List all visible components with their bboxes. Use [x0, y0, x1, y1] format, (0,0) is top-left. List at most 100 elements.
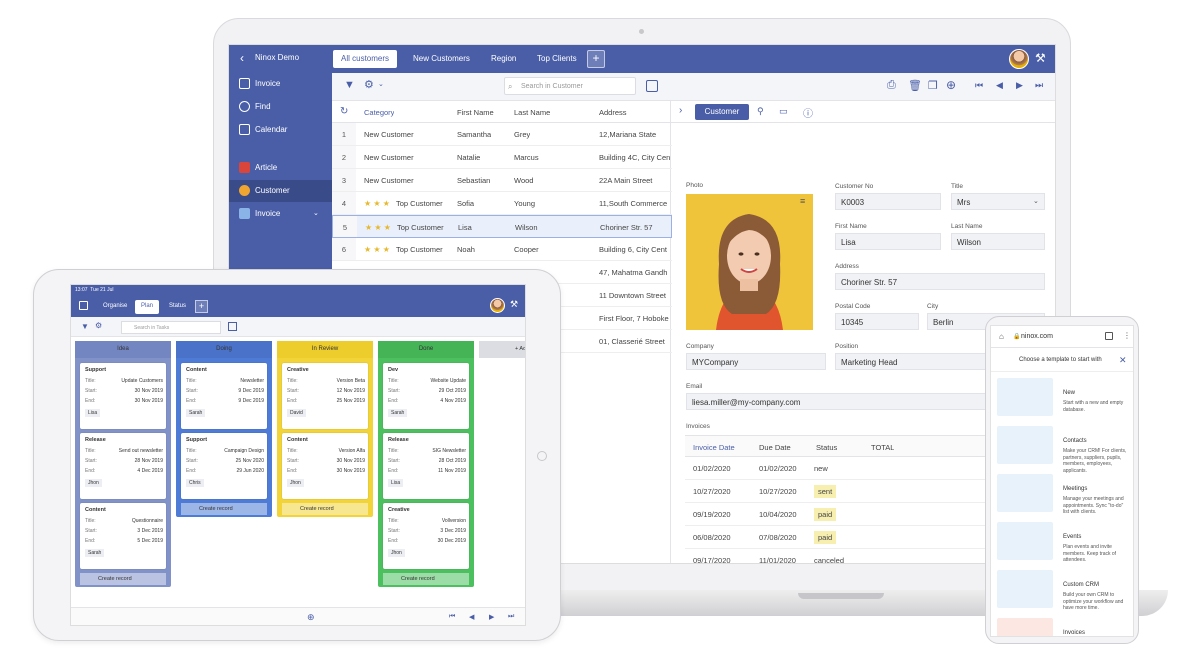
- print-icon[interactable]: ⎙: [887, 79, 896, 92]
- prev-record-icon[interactable]: ◀: [996, 80, 1003, 91]
- home-icon[interactable]: ⌂: [999, 332, 1004, 341]
- add-tab-button[interactable]: +: [195, 300, 208, 313]
- detail-tab-customer[interactable]: Customer: [695, 104, 749, 120]
- sidebar-toggle-icon[interactable]: [79, 301, 88, 310]
- template-title[interactable]: Meetings: [1063, 486, 1087, 492]
- template-title[interactable]: Events: [1063, 534, 1081, 540]
- sidebar-item-calendar[interactable]: Calendar: [229, 119, 332, 141]
- column-header[interactable]: In Review: [277, 341, 373, 358]
- first-record-icon[interactable]: ⏮: [449, 613, 455, 621]
- comment-icon[interactable]: ▭: [779, 106, 788, 117]
- column-status[interactable]: Status: [816, 443, 837, 452]
- add-record-icon[interactable]: ⊕: [946, 78, 956, 92]
- prev-record-icon[interactable]: ◀: [469, 613, 474, 621]
- gear-icon[interactable]: ⚙: [95, 321, 102, 330]
- column-last-name[interactable]: Last Name: [514, 108, 550, 117]
- search-input[interactable]: Search in Tasks: [121, 321, 221, 334]
- task-card[interactable]: Content Questionnaire Title: 3 Dec 2019 St…: [80, 503, 166, 569]
- task-card[interactable]: Content Version Alfa Title: 30 Nov 2019 St…: [282, 433, 368, 499]
- chevron-down-icon[interactable]: ⌄: [1033, 197, 1039, 205]
- last-record-icon[interactable]: ⏭: [1035, 80, 1043, 91]
- template-thumbnail[interactable]: [997, 618, 1053, 636]
- tab-status[interactable]: Status: [163, 300, 192, 314]
- chevron-right-icon[interactable]: ›: [679, 105, 682, 116]
- copy-icon[interactable]: ❐: [928, 79, 938, 92]
- url-bar[interactable]: ⌂ 🔒 ninox.com ⋮: [991, 326, 1133, 348]
- create-record-button[interactable]: Create record: [282, 503, 368, 515]
- column-invoice-date[interactable]: Invoice Date: [693, 443, 735, 452]
- title-select[interactable]: Mrs: [951, 193, 1045, 210]
- tab-top-clients[interactable]: Top Clients: [529, 50, 585, 68]
- wrench-icon[interactable]: ⚒: [510, 299, 518, 310]
- address-field[interactable]: Choriner Str. 57: [835, 273, 1045, 290]
- task-card[interactable]: Creative Version Beta Title: 12 Nov 2019 S…: [282, 363, 368, 429]
- menu-icon[interactable]: ≡: [800, 196, 805, 206]
- more-icon[interactable]: ⋮: [1123, 331, 1131, 340]
- first-name-field[interactable]: Lisa: [835, 233, 941, 250]
- table-row[interactable]: 5 ★ ★ ★ Top Customer Lisa Wilson Chorine…: [332, 215, 672, 238]
- template-title[interactable]: Contacts: [1063, 438, 1087, 444]
- template-thumbnail[interactable]: [997, 426, 1053, 464]
- create-record-button[interactable]: Create record: [383, 573, 469, 585]
- sidebar-item-invoice[interactable]: Invoice: [229, 73, 332, 95]
- sidebar-item-invoice-2[interactable]: Invoice ⌄: [229, 203, 332, 225]
- column-due-date[interactable]: Due Date: [759, 443, 791, 452]
- table-row[interactable]: 4 ★ ★ ★ Top Customer Sofia Young 11,Sout…: [332, 192, 672, 215]
- sidebar-item-customer[interactable]: Customer: [229, 180, 332, 202]
- last-record-icon[interactable]: ⏭: [508, 613, 514, 621]
- sidebar-item-find[interactable]: Find: [229, 96, 332, 118]
- search-input[interactable]: Search in Customer: [504, 77, 636, 95]
- info-icon[interactable]: ⓘ: [803, 105, 813, 120]
- task-card[interactable]: Release SIG Newsletter Title: 28 Oct 2019…: [383, 433, 469, 499]
- column-total[interactable]: TOTAL: [871, 443, 894, 452]
- next-record-icon[interactable]: ▶: [489, 613, 494, 621]
- company-field[interactable]: MYCompany: [686, 353, 826, 370]
- next-record-icon[interactable]: ▶: [1016, 80, 1023, 91]
- user-avatar[interactable]: [1009, 49, 1029, 69]
- tab-region[interactable]: Region: [483, 50, 524, 68]
- add-tab-button[interactable]: +: [587, 50, 605, 68]
- template-title[interactable]: Invoices: [1063, 630, 1085, 636]
- tab-all-customers[interactable]: All customers: [333, 50, 398, 68]
- template-thumbnail[interactable]: [997, 570, 1053, 608]
- trash-icon[interactable]: 🗑: [908, 79, 922, 92]
- column-address[interactable]: Address: [599, 108, 627, 117]
- table-view-icon[interactable]: [228, 322, 237, 331]
- postal-code-field[interactable]: 10345: [835, 313, 919, 330]
- tab-plan[interactable]: Plan: [135, 300, 160, 314]
- close-icon[interactable]: ✕: [1119, 355, 1127, 366]
- column-header[interactable]: Doing: [176, 341, 272, 358]
- column-category[interactable]: Category: [364, 108, 394, 117]
- wrench-icon[interactable]: ⚒: [1035, 51, 1046, 65]
- column-header[interactable]: Done: [378, 341, 474, 358]
- last-name-field[interactable]: Wilson: [951, 233, 1045, 250]
- customer-photo[interactable]: ≡: [686, 194, 813, 330]
- task-card[interactable]: Release Send out newsletter Title: 28 Nov…: [80, 433, 166, 499]
- template-title[interactable]: New: [1063, 390, 1075, 396]
- back-arrow-icon[interactable]: ‹: [240, 51, 244, 65]
- filter-icon[interactable]: ▼: [344, 79, 355, 91]
- create-record-button[interactable]: Create record: [80, 573, 166, 585]
- column-header[interactable]: Idea: [75, 341, 171, 358]
- add-column-button[interactable]: + Ad: [479, 341, 525, 358]
- template-title[interactable]: Custom CRM: [1063, 582, 1099, 588]
- table-row[interactable]: 1 New Customer Samantha Grey 12,Mariana …: [332, 123, 672, 146]
- tabs-icon[interactable]: [1105, 332, 1113, 340]
- task-card[interactable]: Support Update Customers Title: 30 Nov 20…: [80, 363, 166, 429]
- table-view-icon[interactable]: [646, 80, 658, 92]
- customer-no-field[interactable]: K0003: [835, 193, 941, 210]
- task-card[interactable]: Support Campaign Design Title: 25 Nov 202…: [181, 433, 267, 499]
- tab-new-customers[interactable]: New Customers: [405, 50, 478, 68]
- table-row[interactable]: 3 New Customer Sebastian Wood 22A Main S…: [332, 169, 672, 192]
- table-row[interactable]: 2 New Customer Natalie Marcus Building 4…: [332, 146, 672, 169]
- add-record-icon[interactable]: ⊕: [307, 612, 315, 623]
- chevron-down-icon[interactable]: ⌄: [313, 209, 319, 217]
- table-row[interactable]: 6 ★ ★ ★ Top Customer Noah Cooper Buildin…: [332, 238, 672, 261]
- task-card[interactable]: Dev Website Update Title: 29 Oct 2019 Star…: [383, 363, 469, 429]
- task-card[interactable]: Content Newsletter Title: 9 Dec 2019 Start…: [181, 363, 267, 429]
- task-card[interactable]: Creative Vollversion Title: 3 Dec 2019 Sta…: [383, 503, 469, 569]
- first-record-icon[interactable]: ⏮: [975, 80, 983, 91]
- filter-icon[interactable]: ▼: [81, 322, 89, 331]
- gear-icon[interactable]: ⚙: [364, 78, 374, 91]
- template-thumbnail[interactable]: [997, 522, 1053, 560]
